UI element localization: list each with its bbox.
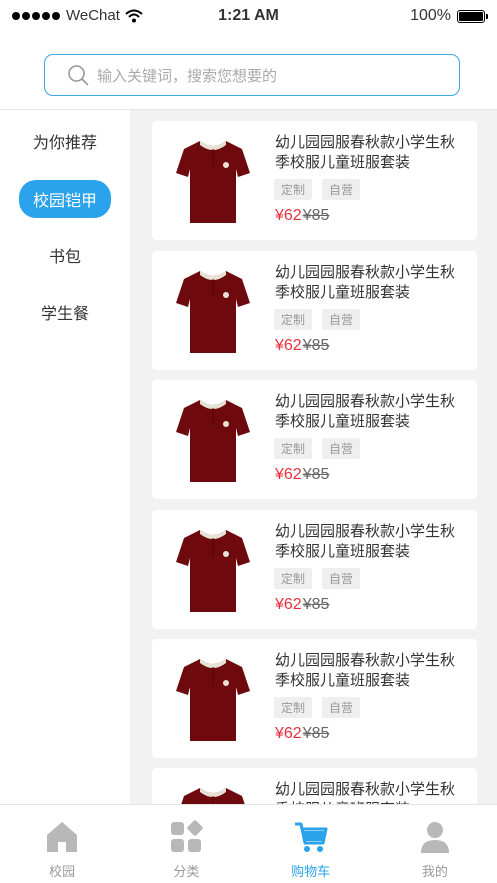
price-original: ¥85 (302, 337, 330, 354)
shirt-image (181, 788, 245, 804)
product-tags: 定制 自营 (274, 179, 361, 200)
tab-label: 分类 (173, 864, 200, 879)
price-original: ¥85 (302, 466, 330, 483)
price-current: 62 (283, 725, 302, 742)
product-title: 幼儿园园服春秋款小学生秋季校服儿童班服套装 (275, 652, 456, 689)
sidebar-item-schoolbag[interactable]: 书包 (0, 238, 130, 272)
battery-percent: 100% (410, 7, 451, 24)
price-original: ¥85 (302, 207, 330, 224)
product-tags: 定制 自营 (274, 697, 361, 718)
tag-self-operated: 自营 (322, 438, 361, 459)
product-price: ¥ 62 ¥85 (275, 466, 329, 484)
status-bar: WeChat 1:21 AM 100% (0, 0, 497, 34)
tag-self-operated: 自营 (322, 697, 361, 718)
tag-custom: 定制 (274, 179, 313, 200)
product-tags: 定制 自营 (274, 309, 361, 330)
sidebar-item-label: 校园铠甲 (18, 180, 111, 218)
tab-mine[interactable]: 我的 (373, 805, 497, 883)
product-title: 幼儿园园服春秋款小学生秋季校服儿童班服套装 (275, 264, 456, 301)
tab-category[interactable]: 分类 (124, 805, 248, 883)
battery-icon (457, 9, 488, 23)
shirt-image (176, 530, 250, 612)
shirt-image (176, 141, 250, 223)
category-sidebar: 为你推荐 校园铠甲 书包 学生餐 (0, 110, 130, 804)
price-current: 62 (283, 207, 302, 224)
home-icon (47, 822, 78, 852)
price-currency: ¥ (275, 466, 284, 483)
category-icon (171, 820, 204, 852)
product-card[interactable]: 幼儿园园服春秋款小学生秋季校服儿童班服套装 定制 自营 ¥ 62 ¥85 (152, 251, 477, 370)
price-currency: ¥ (275, 725, 284, 742)
product-price: ¥ 62 ¥85 (275, 337, 329, 355)
sidebar-item-label: 学生餐 (40, 306, 89, 323)
product-title: 幼儿园园服春秋款小学生秋季校服儿童班服套装 (275, 523, 456, 560)
sidebar-item-uniform[interactable]: 校园铠甲 (0, 180, 130, 218)
tab-label: 校园 (49, 864, 76, 879)
tag-custom: 定制 (274, 568, 313, 589)
tag-self-operated: 自营 (322, 568, 361, 589)
sidebar-item-recommend[interactable]: 为你推荐 (0, 124, 130, 158)
shirt-image (176, 400, 250, 482)
product-card[interactable]: 幼儿园园服春秋款小学生秋季校服儿童班服套装 定制 自营 ¥ 62 ¥85 (152, 510, 477, 629)
price-currency: ¥ (275, 337, 284, 354)
shirt-image (176, 271, 250, 353)
product-tags: 定制 自营 (274, 438, 361, 459)
product-title: 幼儿园园服春秋款小学生秋季校服儿童班服套装 (275, 781, 456, 804)
product-list: 幼儿园园服春秋款小学生秋季校服儿童班服套装 定制 自营 ¥ 62 ¥85 幼儿园… (130, 110, 497, 804)
product-price: ¥ 62 ¥85 (275, 207, 329, 225)
price-current: 62 (283, 337, 302, 354)
product-price: ¥ 62 ¥85 (275, 725, 329, 743)
tab-label: 我的 (421, 864, 448, 879)
tab-cart[interactable]: 购物车 (249, 805, 373, 883)
shirt-image (176, 659, 250, 741)
search-input[interactable]: 输入关键词，搜索您想要的 (44, 54, 460, 96)
sidebar-item-label: 为你推荐 (32, 135, 97, 152)
user-icon (420, 822, 449, 853)
tag-custom: 定制 (274, 309, 313, 330)
product-card[interactable]: 幼儿园园服春秋款小学生秋季校服儿童班服套装 定制 自营 ¥ 62 ¥85 (152, 639, 477, 758)
product-card[interactable]: 幼儿园园服春秋款小学生秋季校服儿童班服套装 定制 自营 ¥ 62 ¥85 (152, 768, 477, 804)
tab-label: 购物车 (291, 864, 331, 879)
cart-icon (294, 822, 328, 852)
tag-custom: 定制 (274, 697, 313, 718)
price-current: 62 (283, 596, 302, 613)
product-tags: 定制 自营 (274, 568, 361, 589)
price-current: 62 (283, 466, 302, 483)
product-price: ¥ 62 ¥85 (275, 596, 329, 614)
tag-self-operated: 自营 (322, 179, 361, 200)
product-title: 幼儿园园服春秋款小学生秋季校服儿童班服套装 (275, 134, 456, 171)
bottom-tab-bar: 校园 分类 购物车 我的 (0, 804, 497, 883)
tag-custom: 定制 (274, 438, 313, 459)
price-currency: ¥ (275, 207, 284, 224)
status-battery-group: 100% (410, 7, 488, 25)
price-original: ¥85 (302, 725, 330, 742)
price-currency: ¥ (275, 596, 284, 613)
search-icon (68, 65, 89, 86)
search-placeholder: 输入关键词，搜索您想要的 (97, 67, 278, 85)
price-original: ¥85 (302, 596, 330, 613)
sidebar-item-student-meal[interactable]: 学生餐 (0, 295, 130, 329)
product-card[interactable]: 幼儿园园服春秋款小学生秋季校服儿童班服套装 定制 自营 ¥ 62 ¥85 (152, 121, 477, 240)
sidebar-item-label: 书包 (48, 249, 81, 266)
product-card[interactable]: 幼儿园园服春秋款小学生秋季校服儿童班服套装 定制 自营 ¥ 62 ¥85 (152, 380, 477, 499)
tab-campus[interactable]: 校园 (0, 805, 124, 883)
product-title: 幼儿园园服春秋款小学生秋季校服儿童班服套装 (275, 393, 456, 430)
search-header: 输入关键词，搜索您想要的 (0, 34, 497, 110)
tag-self-operated: 自营 (322, 309, 361, 330)
